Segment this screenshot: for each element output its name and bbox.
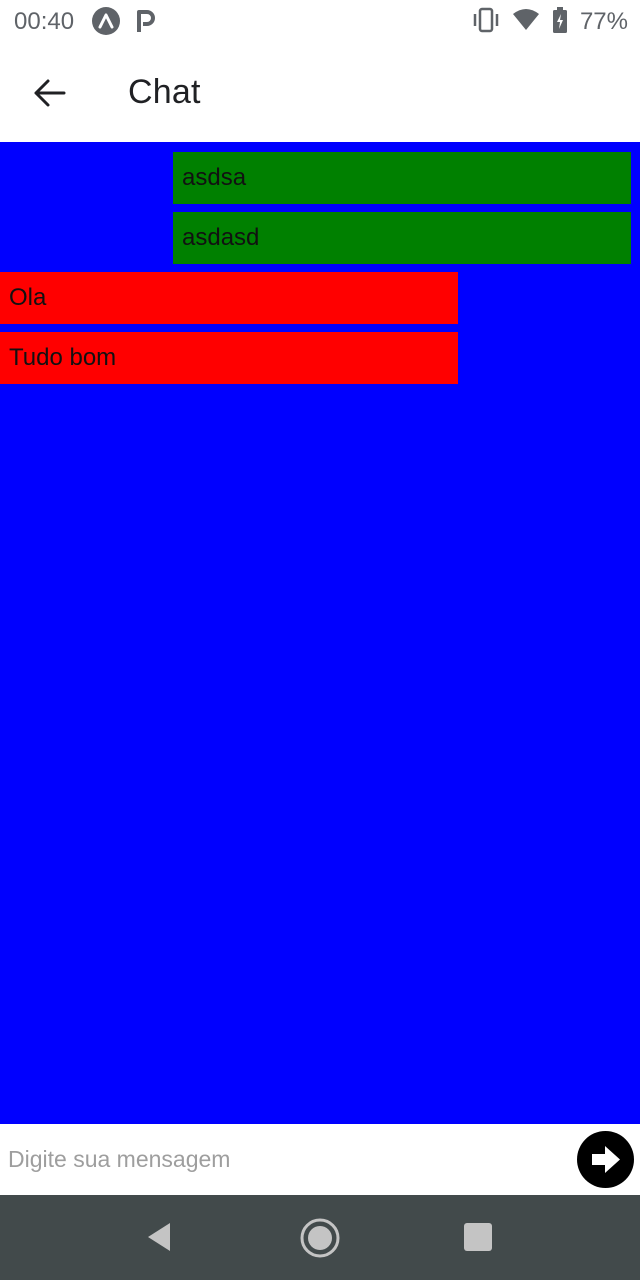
chat-screen: 00:40 77% Chat asdsa asdasd Ola Tudo bom… — [0, 0, 640, 1280]
p-app-icon — [134, 7, 158, 35]
message-text: asdsa — [182, 164, 247, 191]
status-time: 00:40 — [14, 8, 75, 35]
status-bar: 00:40 77% — [0, 0, 640, 44]
message-sent: asdsa — [173, 152, 631, 204]
system-nav-bar — [0, 1195, 640, 1280]
nav-recents-icon[interactable] — [464, 1223, 492, 1251]
expo-app-icon — [92, 7, 120, 35]
message-list[interactable]: asdsa asdasd Ola Tudo bom — [0, 142, 640, 1124]
vibrate-icon — [472, 7, 500, 38]
nav-back-icon[interactable] — [144, 1221, 174, 1253]
send-button[interactable] — [577, 1131, 634, 1188]
message-received: Ola — [0, 272, 458, 324]
battery-charging-icon — [552, 6, 568, 38]
app-header: Chat — [0, 44, 640, 142]
nav-home-icon[interactable] — [299, 1217, 341, 1259]
arrow-right-circle-icon — [592, 1146, 620, 1173]
page-title: Chat — [128, 73, 201, 111]
wifi-icon — [512, 8, 540, 37]
arrow-left-icon — [34, 79, 66, 107]
status-icons: 77% — [472, 6, 628, 38]
message-received: Tudo bom — [0, 332, 458, 384]
message-input[interactable] — [0, 1124, 570, 1195]
message-sent: asdasd — [173, 212, 631, 264]
message-composer — [0, 1124, 640, 1195]
message-text: asdasd — [182, 224, 260, 251]
back-button[interactable] — [22, 70, 78, 116]
battery-percentage: 77% — [579, 8, 628, 35]
message-text: Ola — [9, 284, 47, 311]
message-text: Tudo bom — [9, 344, 117, 371]
